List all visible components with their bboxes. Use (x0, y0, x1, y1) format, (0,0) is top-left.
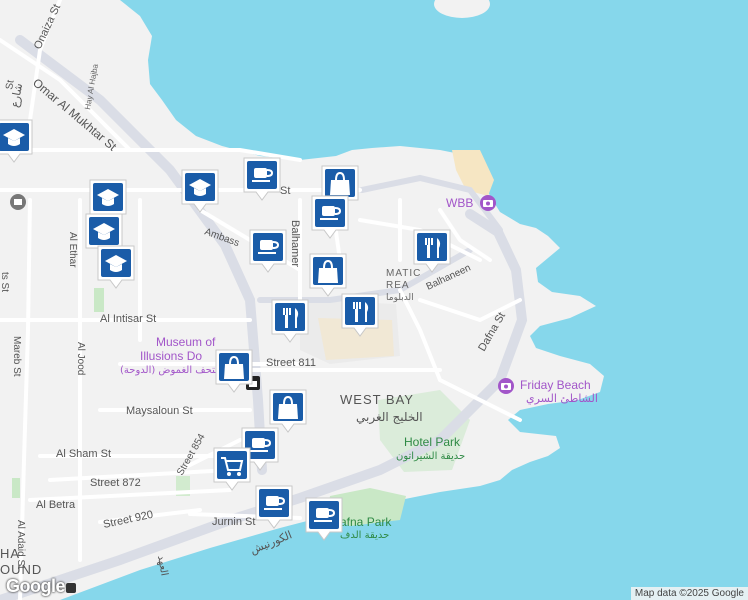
diplomatic-label-2: REA (386, 280, 410, 291)
road-label-st-fragment: St (280, 185, 290, 197)
dafna-park-label: afna Park (340, 515, 392, 529)
road-label-jurnin: Jurnin St (212, 516, 255, 528)
transit-icon (66, 583, 76, 593)
road-label-vertical: ts St (0, 272, 10, 292)
friday-beach-label: Friday Beach (520, 378, 591, 392)
road-label-al-intisar: Al Intisar St (100, 313, 156, 325)
diplomatic-label-ar: الدبلوما (386, 293, 414, 303)
friday-beach-label-ar: الشاطئ السري (526, 392, 598, 405)
road-label-maysaloun: Maysaloun St (126, 405, 193, 417)
doha-label-2: OUND (0, 562, 42, 577)
road-label-balhamer: Balhamer (289, 220, 301, 267)
road-label-al-jood: Al Jood (75, 342, 86, 375)
doha-label: HA (0, 546, 20, 561)
dafna-park-label-ar: حديقة الدف (340, 530, 389, 541)
road-label-al-ethar: Al Ethar (67, 232, 78, 268)
wbb-poi-icon[interactable] (480, 195, 496, 211)
google-logo: Google (6, 576, 66, 596)
road-label-street-811: Street 811 (266, 357, 316, 369)
park-small-1 (94, 288, 104, 312)
hotel-park-label-ar: حديقة الشيراتون (396, 451, 465, 462)
road-label-mareb: Mareb St (11, 336, 22, 377)
park-small-2 (12, 478, 20, 498)
diplomatic-label: MATIC (386, 268, 421, 279)
attribution: Map data ©2025 Google (630, 587, 748, 600)
wbb-label: WBB (446, 196, 473, 210)
hotel-park-label: Hotel Park (404, 435, 461, 449)
road-label-al-betra: Al Betra (36, 499, 76, 511)
school-poi-icon[interactable] (10, 194, 26, 210)
friday-beach-poi-icon[interactable] (498, 378, 514, 394)
museum-label-1: Museum of (156, 335, 216, 349)
museum-label-ar: متحف الغموض (الدوحة) (120, 365, 220, 376)
road-label-al-sham: Al Sham St (56, 448, 111, 460)
road-label-street-872: Street 872 (90, 477, 141, 489)
west-bay-label-ar: الخليج الغربي (356, 410, 423, 425)
map-canvas[interactable]: Onaiza St Omar Al Mukhtar St Hay Al Hajb… (0, 0, 748, 600)
west-bay-label: WEST BAY (340, 392, 414, 407)
museum-label-2: Illusions Do (140, 349, 202, 363)
